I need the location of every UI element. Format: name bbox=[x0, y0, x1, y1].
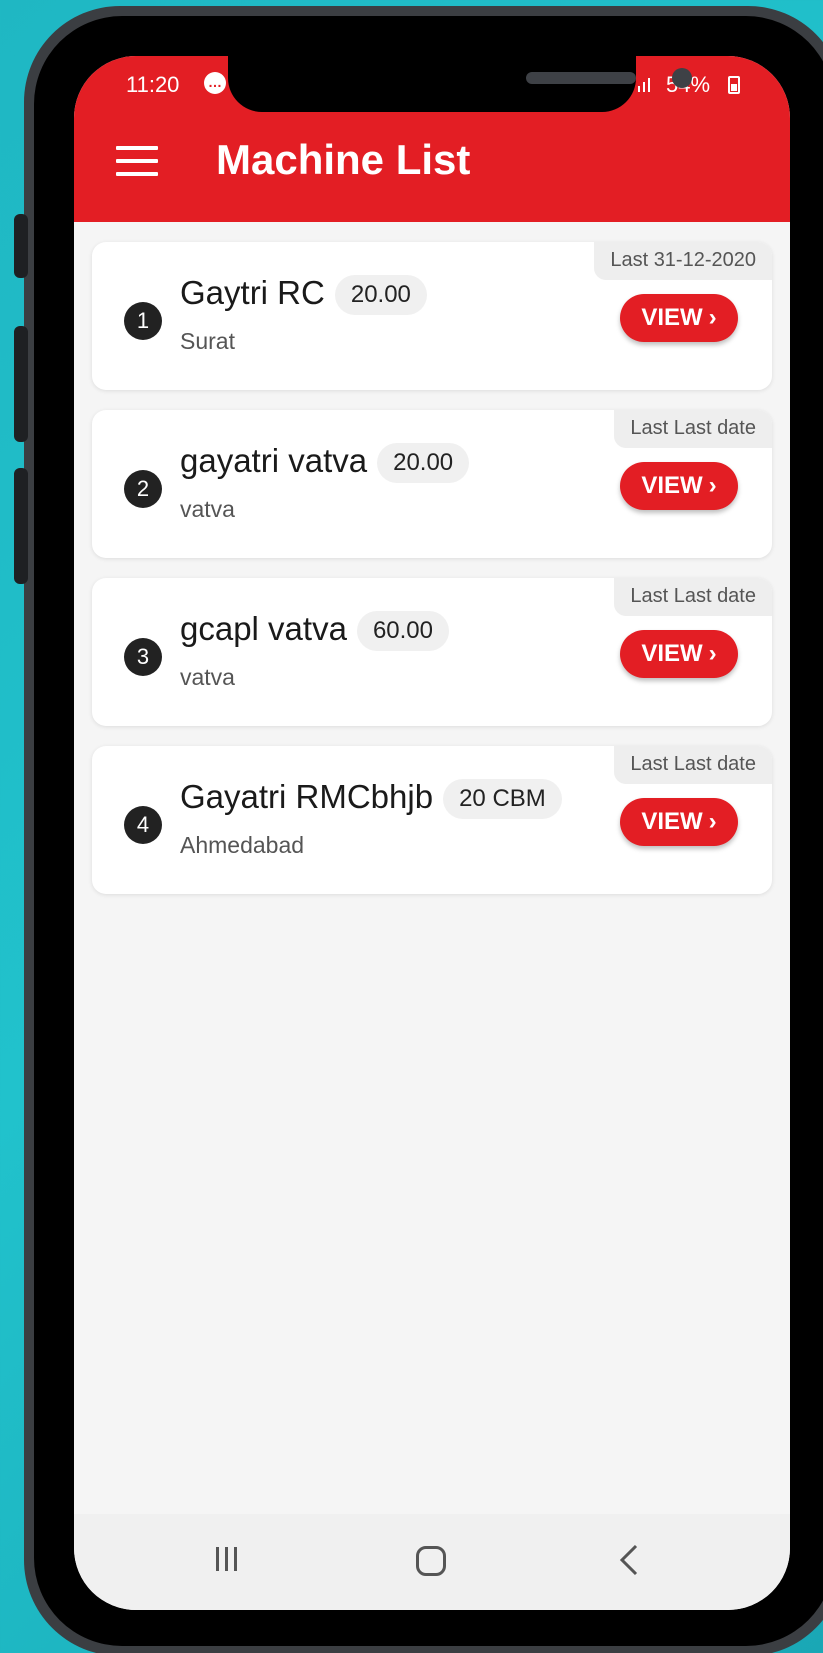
signal-icon bbox=[638, 78, 650, 92]
index-badge: 4 bbox=[124, 806, 162, 844]
speaker-grille bbox=[526, 72, 636, 84]
last-date-tag: Last Last date bbox=[614, 746, 772, 784]
recent-apps-icon[interactable] bbox=[212, 1544, 242, 1574]
last-date-tag: Last Last date bbox=[614, 410, 772, 448]
volume-down-button bbox=[14, 468, 28, 584]
system-navigation-bar bbox=[74, 1514, 790, 1610]
camera-notch bbox=[228, 56, 692, 112]
view-button-label: VIEW bbox=[641, 640, 703, 667]
battery-icon bbox=[728, 76, 740, 94]
capacity-badge: 20 CBM bbox=[443, 779, 562, 820]
volume-button bbox=[14, 214, 28, 278]
message-notification-icon: … bbox=[204, 72, 226, 94]
home-icon[interactable] bbox=[416, 1546, 446, 1576]
machine-card[interactable]: Last Last date 2 gayatri vatva 20.00 vatv… bbox=[92, 410, 772, 558]
machine-name-row: Gaytri RC 20.00 bbox=[180, 274, 427, 316]
status-time: 11:20 bbox=[126, 72, 180, 97]
machine-name-row: gayatri vatva 20.00 bbox=[180, 442, 470, 484]
capacity-badge: 20.00 bbox=[334, 275, 427, 316]
chevron-right-icon: › bbox=[708, 640, 717, 667]
last-date-tag: Last 31-12-2020 bbox=[594, 242, 772, 280]
chevron-right-icon: › bbox=[708, 472, 717, 499]
machine-card[interactable]: Last 31-12-2020 1 Gaytri RC 20.00 Surat V… bbox=[92, 242, 772, 390]
machine-card[interactable]: Last Last date 4 Gayatri RMCbhjb 20 CBM A… bbox=[92, 746, 772, 894]
view-button[interactable]: VIEW › bbox=[620, 462, 738, 510]
machine-location: Surat bbox=[180, 328, 235, 354]
view-button-label: VIEW bbox=[641, 304, 703, 331]
view-button-label: VIEW bbox=[641, 808, 703, 835]
machine-name: gayatri vatva bbox=[180, 442, 368, 479]
phone-screen: 11:20 … 54% Machine List Last 31-12-2020… bbox=[74, 56, 790, 1610]
page-title: Machine List bbox=[216, 136, 471, 183]
view-button[interactable]: VIEW › bbox=[620, 798, 738, 846]
machine-name: Gayatri RMCbhjb bbox=[180, 778, 434, 815]
machine-name: gcapl vatva bbox=[180, 610, 347, 647]
view-button[interactable]: VIEW › bbox=[620, 294, 738, 342]
front-camera bbox=[672, 68, 692, 88]
chevron-right-icon: › bbox=[708, 808, 717, 835]
back-icon[interactable] bbox=[614, 1542, 644, 1578]
index-badge: 3 bbox=[124, 638, 162, 676]
hamburger-menu-icon[interactable] bbox=[116, 146, 158, 176]
machine-location: vatva bbox=[180, 664, 235, 690]
machine-location: Ahmedabad bbox=[180, 832, 305, 858]
index-badge: 1 bbox=[124, 302, 162, 340]
chevron-right-icon: › bbox=[708, 304, 717, 331]
view-button-label: VIEW bbox=[641, 472, 703, 499]
capacity-badge: 20.00 bbox=[377, 443, 470, 484]
last-date-tag: Last Last date bbox=[614, 578, 772, 616]
machine-list: Last 31-12-2020 1 Gaytri RC 20.00 Surat V… bbox=[92, 242, 772, 914]
capacity-badge: 60.00 bbox=[356, 611, 449, 652]
machine-location: vatva bbox=[180, 496, 235, 522]
view-button[interactable]: VIEW › bbox=[620, 630, 738, 678]
index-badge: 2 bbox=[124, 470, 162, 508]
machine-name: Gaytri RC bbox=[180, 274, 325, 311]
machine-name-row: gcapl vatva 60.00 bbox=[180, 610, 449, 652]
machine-name-row: Gayatri RMCbhjb 20 CBM bbox=[180, 778, 562, 820]
machine-card[interactable]: Last Last date 3 gcapl vatva 60.00 vatva … bbox=[92, 578, 772, 726]
volume-up-button bbox=[14, 326, 28, 442]
